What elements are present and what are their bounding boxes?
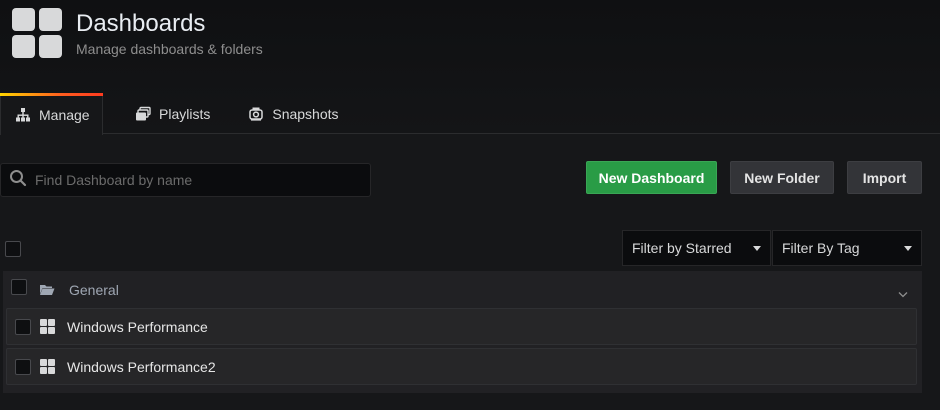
dashboard-grid-icon <box>12 8 62 58</box>
tab-bar: Manage Playlists Snapshots <box>0 93 355 135</box>
import-button[interactable]: Import <box>847 161 922 194</box>
folder-header[interactable]: General <box>3 271 922 308</box>
tab-playlists-label: Playlists <box>159 105 211 122</box>
filter-tag-select[interactable]: Filter By Tag <box>772 230 922 266</box>
dashboard-name: Windows Performance2 <box>67 359 216 375</box>
snapshot-icon <box>248 106 264 122</box>
caret-down-icon <box>753 246 761 251</box>
filter-starred-select[interactable]: Filter by Starred <box>622 230 771 266</box>
dashboard-row[interactable]: Windows Performance <box>6 308 917 345</box>
new-folder-button[interactable]: New Folder <box>730 161 834 194</box>
tab-manage[interactable]: Manage <box>0 93 103 135</box>
dashboard-name: Windows Performance <box>67 319 208 335</box>
filter-starred-label: Filter by Starred <box>632 240 732 256</box>
dashboard-row[interactable]: Windows Performance2 <box>6 348 917 385</box>
dashboard-grid-icon <box>40 319 56 335</box>
sitemap-icon <box>15 107 31 123</box>
search-box <box>0 163 371 197</box>
page-header: Dashboards Manage dashboards & folders M… <box>0 0 940 135</box>
search-input[interactable] <box>35 172 355 188</box>
dashboard-checkbox[interactable] <box>15 319 31 335</box>
folder-open-icon <box>39 283 55 301</box>
search-icon <box>9 169 27 192</box>
folder-name: General <box>69 282 119 298</box>
dashboard-grid-icon <box>40 359 56 375</box>
select-all-checkbox[interactable] <box>5 241 21 257</box>
tab-snapshots[interactable]: Snapshots <box>234 93 354 134</box>
new-dashboard-button[interactable]: New Dashboard <box>586 161 717 194</box>
playlist-icon <box>135 106 151 122</box>
tab-snapshots-label: Snapshots <box>272 105 339 122</box>
tab-manage-label: Manage <box>39 106 90 123</box>
chevron-down-icon[interactable] <box>898 285 908 303</box>
dashboard-checkbox[interactable] <box>15 359 31 375</box>
filter-tag-label: Filter By Tag <box>782 240 860 256</box>
folder-section-general: General Windows Performance Windows Perf… <box>3 271 922 393</box>
tab-playlists[interactable]: Playlists <box>121 93 226 134</box>
page-title: Dashboards <box>76 10 206 37</box>
page-subtitle: Manage dashboards & folders <box>76 41 263 57</box>
folder-checkbox[interactable] <box>11 279 27 295</box>
caret-down-icon <box>904 246 912 251</box>
